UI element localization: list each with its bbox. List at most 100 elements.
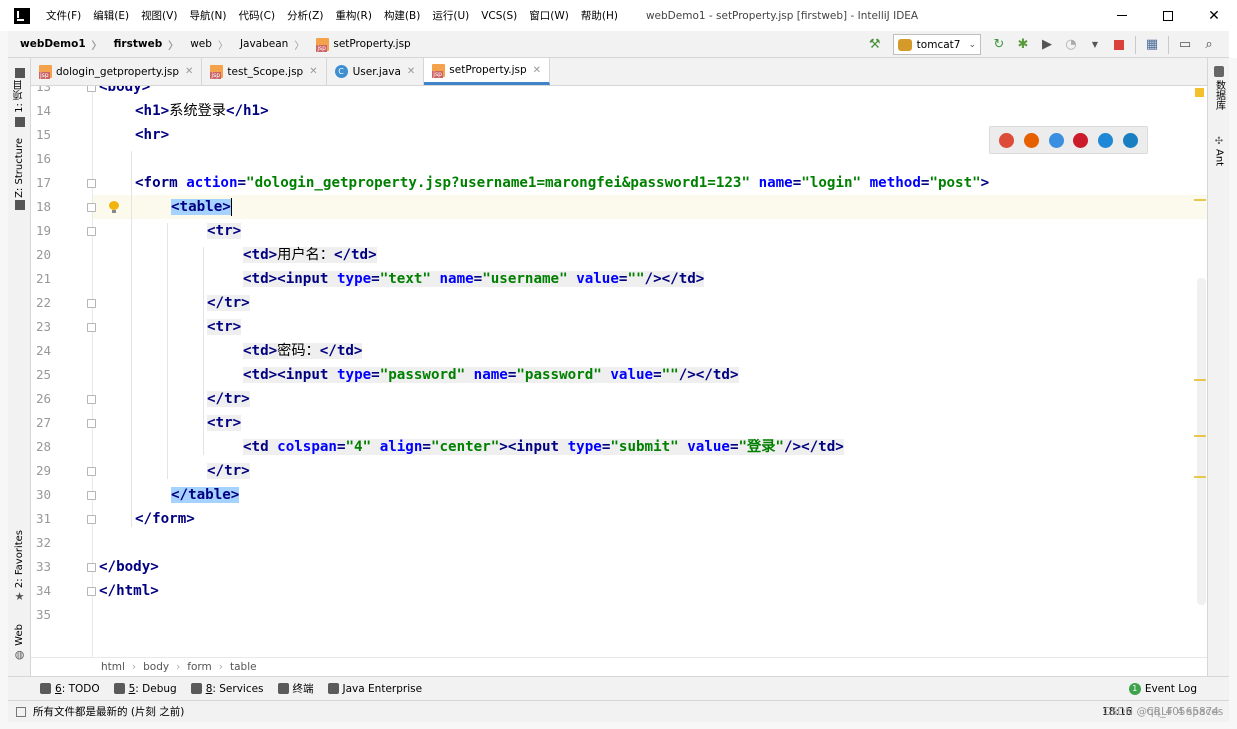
- search-icon[interactable]: ⌕: [1200, 36, 1218, 54]
- ant-icon: ✣: [1214, 136, 1224, 147]
- breadcrumb-item[interactable]: Javabean 〉: [228, 37, 304, 52]
- profile-icon[interactable]: ◔: [1062, 36, 1080, 54]
- bottom-tool-button[interactable]: Java Enterprise: [327, 683, 422, 695]
- menu-item[interactable]: 分析(Z): [281, 8, 329, 23]
- menu-item[interactable]: 帮助(H): [575, 8, 624, 23]
- close-tab-icon[interactable]: ✕: [185, 66, 193, 77]
- tool-window-ant[interactable]: ✣ Ant: [1208, 136, 1230, 166]
- code-editor[interactable]: 13 14 15 16 17 18 19 20 21 22 23 24 25 26 27 28 29 30 31 32…: [31, 86, 1207, 657]
- desktop-edge-bottom: [0, 722, 1237, 729]
- event-log-button[interactable]: 1 Event Log: [1128, 677, 1197, 701]
- code-token: =: [371, 271, 380, 287]
- debug-bug-icon[interactable]: ✱: [1014, 36, 1032, 54]
- java-class-icon: C: [334, 65, 348, 78]
- bottom-tool-button[interactable]: 6: TODO: [40, 683, 100, 695]
- bottom-tool-button[interactable]: 终端: [277, 681, 314, 696]
- close-button[interactable]: ✕: [1191, 0, 1237, 31]
- jsp-file-icon: [39, 65, 52, 79]
- line-number: 33: [35, 559, 51, 574]
- tool-window-favorites[interactable]: 2: Favorites ★: [8, 530, 31, 603]
- scroll-marker[interactable]: [1194, 379, 1206, 381]
- breadcrumb-item[interactable]: setProperty.jsp: [304, 37, 411, 52]
- breadcrumb-item[interactable]: web 〉: [178, 37, 228, 52]
- breadcrumb-separator-icon: ›: [218, 661, 223, 673]
- code-token: [678, 439, 688, 455]
- code-token: </td>: [319, 343, 363, 359]
- menu-item[interactable]: 运行(U): [426, 8, 475, 23]
- tool-window-structure[interactable]: Z: Structure: [8, 138, 31, 212]
- code-area[interactable]: <body> <h1>系统登录</h1> <hr> <form action="dol…: [93, 86, 1207, 657]
- desktop-edge-right: [1229, 58, 1237, 729]
- indent-guide: [203, 247, 204, 455]
- editor-tab[interactable]: setProperty.jsp ✕: [424, 58, 551, 85]
- rerun-icon[interactable]: ↻: [990, 36, 1008, 54]
- firefox-icon[interactable]: [1023, 132, 1039, 148]
- close-tab-icon[interactable]: ✕: [309, 66, 317, 77]
- scroll-marker[interactable]: [1194, 476, 1206, 478]
- menu-item[interactable]: 窗口(W): [523, 8, 575, 23]
- stop-icon[interactable]: [1110, 36, 1128, 54]
- close-tab-icon[interactable]: ✕: [407, 66, 415, 77]
- editor-breadcrumb-item[interactable]: table: [230, 661, 257, 673]
- tool-window-web[interactable]: Web ◍: [8, 624, 31, 661]
- maximize-button[interactable]: [1145, 0, 1191, 31]
- editor-breadcrumb-item[interactable]: html: [101, 661, 125, 673]
- close-tab-icon[interactable]: ✕: [533, 65, 541, 76]
- project-structure-icon[interactable]: ▦: [1143, 36, 1161, 54]
- edge-icon[interactable]: [1123, 132, 1139, 148]
- status-toggle-icon[interactable]: [16, 706, 26, 717]
- presentation-icon[interactable]: ▭: [1176, 36, 1194, 54]
- run-config-selector[interactable]: tomcat7 ⌄: [892, 34, 981, 55]
- menu-item[interactable]: VCS(S): [475, 10, 523, 22]
- more-run-chevron-icon[interactable]: ▼: [1086, 36, 1104, 54]
- close-icon: ✕: [1208, 7, 1220, 24]
- editor-tab[interactable]: dologin_getproperty.jsp ✕: [31, 58, 203, 85]
- line-number: 13: [35, 86, 51, 94]
- minimize-icon: [1117, 15, 1127, 16]
- code-token: "login": [801, 175, 862, 191]
- minimize-button[interactable]: [1099, 0, 1145, 31]
- editor-scrollbar-thumb[interactable]: [1197, 278, 1206, 605]
- menu-item[interactable]: 构建(B): [378, 8, 426, 23]
- ie-icon[interactable]: [1098, 132, 1114, 148]
- line-number: 18: [35, 199, 51, 214]
- code-line: </body>: [99, 555, 159, 579]
- menu-item[interactable]: 视图(V): [135, 8, 183, 23]
- build-hammer-icon[interactable]: ⚒: [866, 36, 884, 54]
- menu-item[interactable]: 文件(F): [40, 8, 87, 23]
- indent-guide: [167, 223, 168, 479]
- editor-breadcrumb-item[interactable]: body: [143, 661, 169, 673]
- opera-icon[interactable]: [1073, 132, 1089, 148]
- run-coverage-icon[interactable]: ▶: [1038, 36, 1056, 54]
- code-token: [465, 367, 474, 383]
- code-token: </html>: [99, 583, 159, 599]
- tool-window-project[interactable]: 1: 项目: [8, 66, 31, 129]
- scroll-marker[interactable]: [1194, 199, 1206, 201]
- tool-label: Z: Structure: [14, 138, 25, 198]
- breadcrumb-item[interactable]: firstweb 〉: [102, 37, 179, 52]
- intention-bulb-icon[interactable]: [109, 201, 119, 213]
- menu-item[interactable]: 代码(C): [233, 8, 282, 23]
- breadcrumb-item[interactable]: webDemo1 〉: [8, 37, 102, 52]
- breadcrumb-separator-icon: ›: [176, 661, 181, 673]
- code-token: </tr>: [207, 295, 250, 311]
- code-token: <td: [243, 439, 278, 455]
- editor-tab[interactable]: C User.java ✕: [327, 58, 425, 85]
- bottom-tool-button[interactable]: 5: Debug: [113, 683, 177, 695]
- services-icon: [190, 683, 202, 694]
- scroll-marker[interactable]: [1194, 435, 1206, 437]
- chrome-icon[interactable]: [998, 132, 1014, 148]
- editor-breadcrumb-item[interactable]: form: [187, 661, 211, 673]
- bottom-tool-buttons: 6: TODO 5: Debug 8: Services 终端 Java Enterpr…: [8, 681, 422, 696]
- editor-tab[interactable]: test_Scope.jsp ✕: [202, 58, 327, 85]
- menu-item[interactable]: 编辑(E): [87, 8, 135, 23]
- safari-icon[interactable]: [1048, 132, 1064, 148]
- code-token: "password": [516, 367, 602, 383]
- bottom-tool-button[interactable]: 8: Services: [190, 683, 264, 695]
- inspection-warning-icon[interactable]: [1195, 88, 1204, 97]
- menu-item[interactable]: 导航(N): [183, 8, 232, 23]
- tool-window-database[interactable]: 数据库: [1208, 66, 1230, 110]
- code-token: >: [980, 175, 990, 191]
- menu-item[interactable]: 重构(R): [329, 8, 378, 23]
